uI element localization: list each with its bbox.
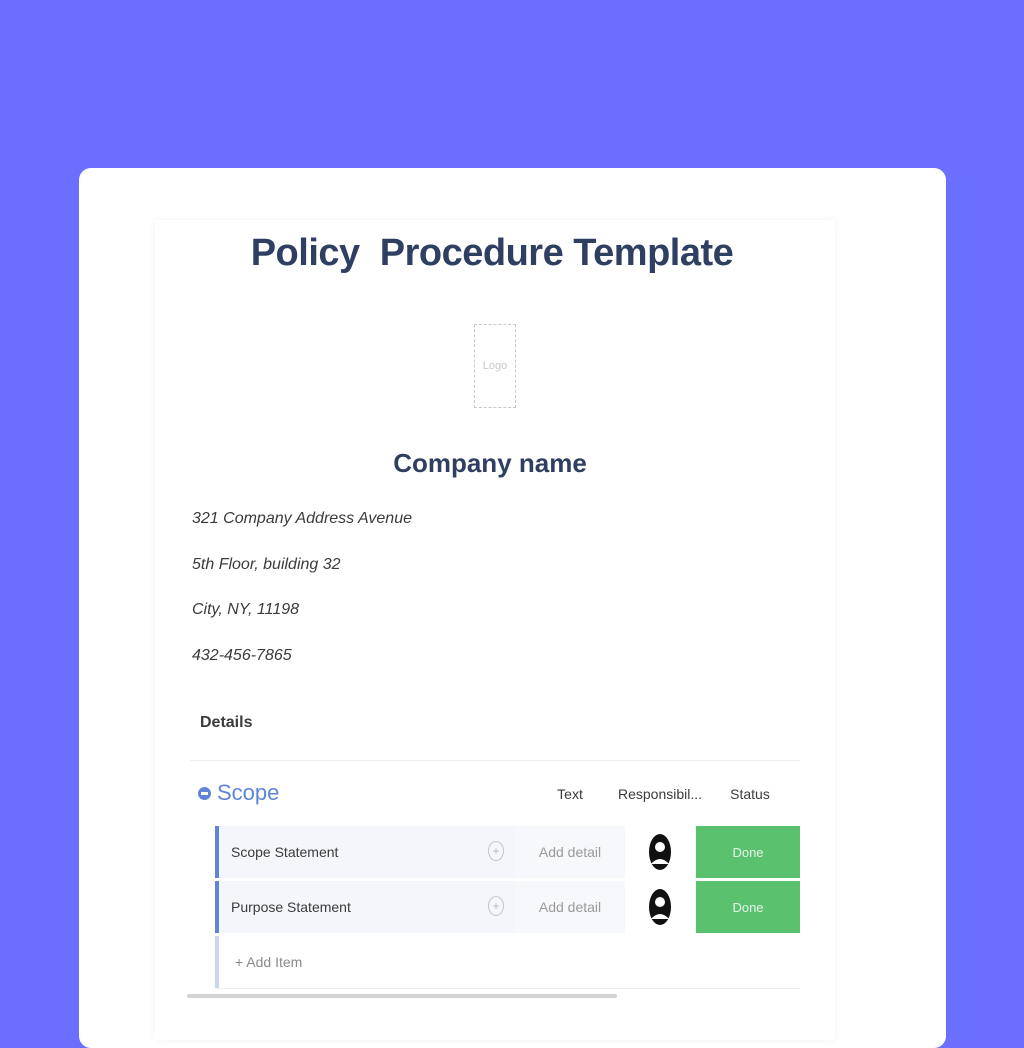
add-update-icon[interactable]: + [488,896,504,916]
add-update-icon[interactable]: + [488,841,504,861]
horizontal-scrollbar[interactable] [187,994,617,998]
status-cell[interactable]: Done [696,826,800,878]
status-cell[interactable]: Done [696,881,800,933]
responsibility-cell[interactable] [625,826,695,878]
responsibility-cell[interactable] [625,881,695,933]
person-avatar-icon [649,834,671,870]
add-item-row[interactable]: + Add Item [215,936,800,989]
text-cell[interactable]: Add detail [515,826,625,878]
address-line-1: 321 Company Address Avenue [192,510,412,527]
item-name[interactable]: Purpose Statement [231,899,351,915]
column-header-text[interactable]: Text [530,786,610,802]
text-cell[interactable]: Add detail [515,881,625,933]
logo-placeholder[interactable]: Logo [474,324,516,408]
row-color-indicator [215,826,219,878]
divider [190,760,800,761]
company-name: Company name [393,448,587,478]
page-title: Policy Procedure Template [250,232,734,274]
collapse-group-icon[interactable] [198,787,211,800]
address-line-3: City, NY, 11198 [192,601,300,618]
table-row[interactable]: Purpose Statement + Add detail Done [215,881,800,933]
column-header-responsibility[interactable]: Responsibil... [615,786,705,802]
item-name[interactable]: Scope Statement [231,844,338,860]
address-line-2: 5th Floor, building 32 [192,556,341,573]
column-header-status[interactable]: Status [710,786,790,802]
table-row[interactable]: Scope Statement + Add detail Done [215,826,800,878]
group-title[interactable]: Scope [217,780,279,806]
person-avatar-icon [649,889,671,925]
phone-number: 432-456-7865 [192,647,292,664]
group-header-scope: Scope Text Responsibil... Status [190,776,800,816]
row-color-indicator [215,881,219,933]
row-color-indicator [215,936,219,988]
add-item-input[interactable]: + Add Item [235,954,302,970]
section-heading-details: Details [200,714,253,731]
logo-placeholder-label: Logo [482,360,508,372]
